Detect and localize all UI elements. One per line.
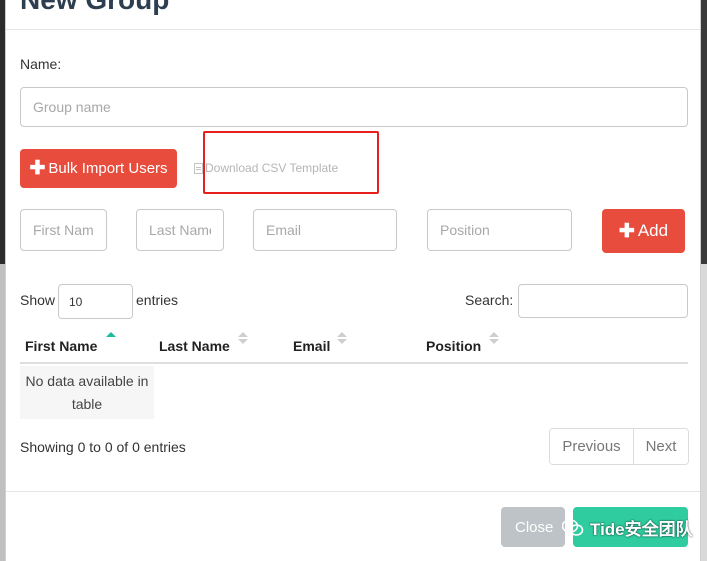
modal-title: New Group xyxy=(20,0,169,16)
next-page-button[interactable]: Next xyxy=(634,429,688,464)
search-input[interactable] xyxy=(518,284,688,318)
watermark: Tide安全团队 xyxy=(562,515,693,540)
download-csv-template-link[interactable]: Download CSV Template xyxy=(194,161,338,175)
search-label: Search: xyxy=(465,292,514,308)
group-name-input[interactable] xyxy=(20,87,688,127)
page-size-value: 10 xyxy=(69,294,83,309)
show-label: Show xyxy=(20,292,56,308)
add-label: Add xyxy=(637,221,669,240)
close-button[interactable]: Close xyxy=(501,507,565,547)
plus-icon: ✚ xyxy=(29,158,46,179)
sort-asc-icon xyxy=(106,332,116,346)
wechat-icon xyxy=(562,518,584,537)
file-icon xyxy=(194,162,203,174)
column-header-last-name[interactable]: Last Name xyxy=(159,338,230,354)
sort-icon xyxy=(337,332,347,346)
sort-icon xyxy=(489,332,499,346)
entries-label: entries xyxy=(136,292,179,308)
modal-header: New Group xyxy=(6,0,700,30)
new-group-modal: New Group Name: ✚ Bulk Import Users Down… xyxy=(5,0,701,561)
column-header-first-name[interactable]: First Name xyxy=(25,338,97,354)
users-table: First Name Last Name Email Position No d… xyxy=(20,328,688,419)
empty-table-message: No data available in table xyxy=(20,366,154,419)
watermark-text: Tide安全团队 xyxy=(590,520,693,539)
column-header-email[interactable]: Email xyxy=(293,338,330,354)
backdrop-right xyxy=(701,0,707,561)
position-input[interactable] xyxy=(427,209,572,251)
plus-icon: ✚ xyxy=(618,220,635,242)
column-header-position[interactable]: Position xyxy=(426,338,481,354)
footer-divider xyxy=(6,491,700,492)
bulk-import-label: Bulk Import Users xyxy=(48,160,168,177)
last-name-input[interactable] xyxy=(136,209,224,251)
page-size-select[interactable]: 10 xyxy=(58,284,133,319)
table-info: Showing 0 to 0 of 0 entries xyxy=(20,439,186,455)
bulk-import-users-button[interactable]: ✚ Bulk Import Users xyxy=(20,149,177,188)
pagination: Previous Next xyxy=(549,428,689,465)
name-label: Name: xyxy=(20,56,62,72)
email-input[interactable] xyxy=(253,209,397,251)
add-user-button[interactable]: ✚ Add xyxy=(602,209,685,253)
csv-template-label: Download CSV Template xyxy=(205,161,339,175)
sort-icon xyxy=(238,332,248,346)
first-name-input[interactable] xyxy=(20,209,107,251)
close-label: Close xyxy=(515,518,554,536)
table-header: First Name Last Name Email Position xyxy=(20,328,688,364)
previous-page-button[interactable]: Previous xyxy=(550,429,634,464)
